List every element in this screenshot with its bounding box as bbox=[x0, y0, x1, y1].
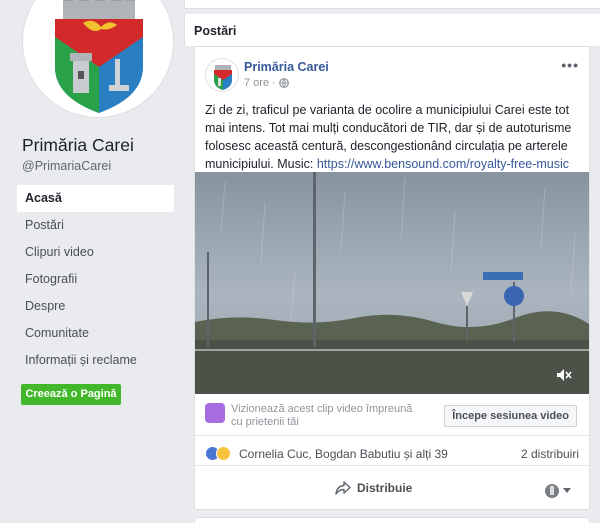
page-name[interactable]: Primăria Carei bbox=[22, 135, 134, 156]
reaction-names[interactable]: Cornelia Cuc, Bogdan Babutiu și alți 39 bbox=[239, 447, 448, 461]
coat-of-arms-icon bbox=[55, 0, 143, 113]
page-nav: Acasă Postări Clipuri video Fotografii D… bbox=[17, 185, 174, 374]
post-card: Primăria Carei 7 ore · ••• Zi de zi, tra… bbox=[194, 46, 590, 510]
left-sidebar: Primăria Carei @PrimariaCarei Acasă Post… bbox=[0, 0, 184, 523]
nav-item-clipuri-video[interactable]: Clipuri video bbox=[17, 239, 174, 266]
nav-item-postari[interactable]: Postări bbox=[17, 212, 174, 239]
share-label: Distribuie bbox=[357, 481, 413, 495]
profile-picture[interactable] bbox=[22, 0, 174, 118]
post-author-avatar[interactable] bbox=[205, 58, 239, 92]
nav-item-acasa[interactable]: Acasă bbox=[17, 185, 174, 212]
create-page-button[interactable]: Creează o Pagină bbox=[21, 384, 121, 405]
page-avatar-icon bbox=[545, 484, 559, 498]
haha-reaction-icon bbox=[216, 446, 231, 461]
reactions-row: Cornelia Cuc, Bogdan Babutiu și alți 39 … bbox=[195, 444, 589, 466]
mute-icon[interactable] bbox=[555, 366, 573, 384]
post-author-name[interactable]: Primăria Carei bbox=[244, 60, 329, 74]
coat-of-arms-icon bbox=[214, 65, 232, 90]
watch-together-text: Vizionează acest clip video împreună cu … bbox=[231, 403, 413, 428]
nav-item-despre[interactable]: Despre bbox=[17, 293, 174, 320]
reaction-icons[interactable] bbox=[205, 446, 231, 461]
page-handle[interactable]: @PrimariaCarei bbox=[22, 159, 111, 173]
start-watch-session-button[interactable]: Începe sesiunea video bbox=[444, 405, 577, 427]
act-as-page-selector[interactable] bbox=[544, 483, 571, 499]
video-player[interactable] bbox=[195, 172, 589, 394]
nav-item-fotografii[interactable]: Fotografii bbox=[17, 266, 174, 293]
chevron-down-icon bbox=[563, 488, 571, 493]
nav-item-informatii-reclame[interactable]: Informații și reclame bbox=[17, 347, 174, 374]
post-text: Zi de zi, traficul pe varianta de ocolir… bbox=[205, 101, 585, 173]
section-title: Postări bbox=[194, 24, 237, 38]
post-actions: Distribuie bbox=[195, 475, 589, 507]
share-arrow-icon bbox=[335, 481, 351, 495]
top-bar bbox=[184, 0, 600, 9]
meta-separator: · bbox=[272, 77, 276, 89]
post-options-button[interactable]: ••• bbox=[561, 57, 579, 73]
share-count[interactable]: 2 distribuiri bbox=[521, 447, 579, 461]
post-meta: 7 ore · bbox=[244, 77, 289, 89]
posts-section-header: Postări bbox=[184, 14, 600, 46]
share-button[interactable]: Distribuie bbox=[335, 481, 412, 495]
watch-together-row: Vizionează acest clip video împreună cu … bbox=[195, 394, 589, 436]
nav-item-comunitate[interactable]: Comunitate bbox=[17, 320, 174, 347]
globe-icon bbox=[278, 78, 289, 88]
post-time[interactable]: 7 ore bbox=[244, 77, 269, 89]
video-frame bbox=[195, 172, 589, 394]
next-post-card bbox=[194, 517, 590, 523]
watch-party-icon bbox=[205, 403, 225, 423]
music-link[interactable]: https://www.bensound.com/royalty-free-mu… bbox=[317, 157, 569, 171]
